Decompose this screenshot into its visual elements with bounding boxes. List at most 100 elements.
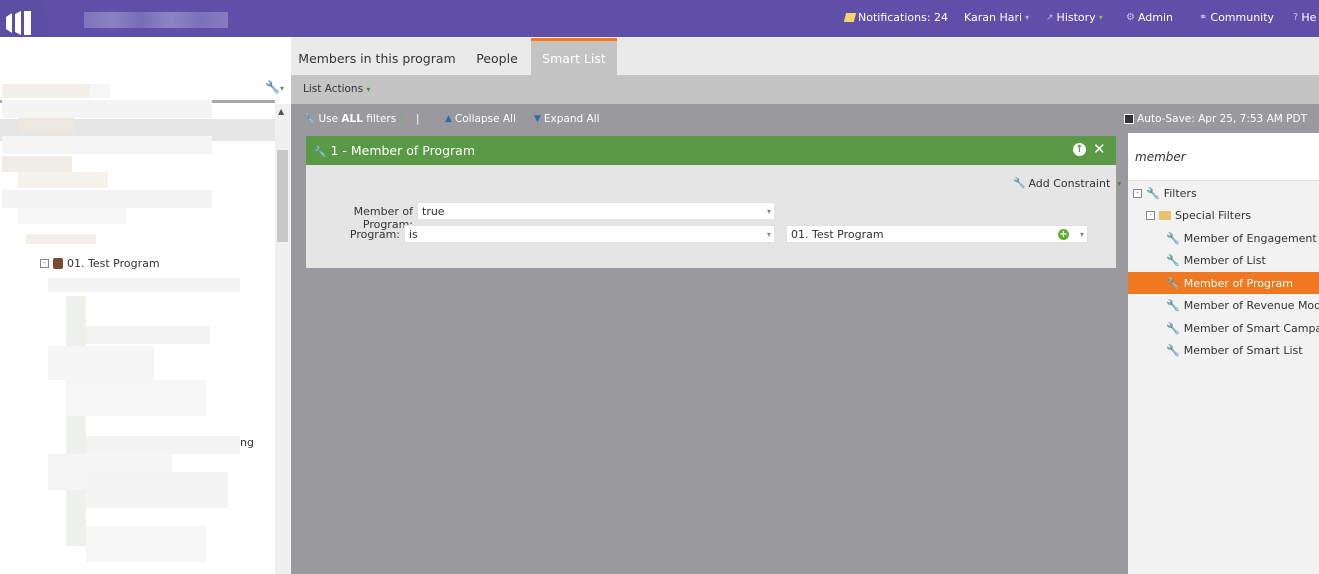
dropdown-arrow-icon: ▾ (766, 230, 771, 239)
collapse-all-label: Collapse All (454, 113, 516, 125)
special-filters-folder[interactable]: - Special Filters (1146, 204, 1251, 226)
collapse-icon[interactable]: - (40, 259, 49, 268)
special-filters-label: Special Filters (1175, 208, 1252, 222)
filter-item-label: Member of List (1183, 253, 1266, 267)
filter-title-text: 1 - Member of Program (330, 143, 475, 158)
use-suffix-text: filters (362, 113, 397, 125)
program-operator-value: is (409, 228, 418, 241)
collapse-arrow-icon: ▲ (445, 114, 452, 124)
filter-item-smart-list[interactable]: 🔧 Member of Smart List (1166, 339, 1303, 361)
collapse-icon[interactable]: - (1146, 210, 1155, 220)
blurred-tree-content: ng (0, 80, 275, 574)
filter-item-label: Member of Smart Campaign (1183, 321, 1319, 335)
filter-item-label: Member of Program (1183, 276, 1293, 290)
autosave-status: Auto-Save: Apr 25, 7:53 AM PDT (1124, 113, 1307, 125)
admin-label: Admin (1137, 11, 1174, 24)
toolbar-separator: | (416, 113, 420, 125)
filter-wrench-icon: 🔧 (1166, 321, 1180, 335)
dropdown-arrow-icon: ▾ (766, 207, 771, 216)
tree-item-label: 01. Test Program (67, 257, 160, 270)
program-label: Program: (349, 228, 400, 241)
filter-search-value: member (1135, 150, 1186, 164)
chevron-down-icon: ▾ (1025, 13, 1030, 22)
list-actions-label: List Actions (303, 83, 364, 95)
member-of-program-value: true (422, 205, 445, 218)
notifications-link[interactable]: Notifications: 24 (843, 11, 949, 24)
filters-label: Filters (1163, 186, 1197, 200)
help-icon: ? (1293, 12, 1299, 23)
filter-wrench-icon: 🔧 (1166, 343, 1180, 357)
use-all-filters-menu[interactable]: 🔧 Use ALL filters ▾ (303, 113, 403, 125)
use-prefix-text: Use (318, 113, 342, 125)
history-icon: ↗ (1046, 12, 1054, 23)
expand-arrow-icon: ▼ (534, 114, 541, 124)
add-constraint-label: Add Constraint (1028, 177, 1111, 190)
list-actions-bar (291, 75, 1319, 104)
filter-item-revenue-model[interactable]: 🔧 Member of Revenue Model (1166, 294, 1319, 316)
close-icon[interactable]: ✕ (1093, 140, 1106, 158)
scroll-up-arrow-icon[interactable]: ▲ (278, 107, 284, 116)
wrench-icon: 🔧 (303, 113, 316, 125)
chevron-down-icon: ▾ (366, 85, 371, 94)
tree-partial-text: ng (240, 436, 254, 449)
wrench-icon: 🔧 (1013, 178, 1026, 189)
filters-folder[interactable]: - 🔧 Filters (1133, 182, 1197, 204)
filter-wrench-icon: 🔧 (1166, 231, 1180, 245)
community-link[interactable]: ⚭ Community (1199, 11, 1274, 24)
filter-item-list[interactable]: 🔧 Member of List (1166, 249, 1266, 271)
filter-item-smart-campaign[interactable]: 🔧 Member of Smart Campaign (1166, 317, 1319, 339)
dropdown-arrow-icon: ▾ (1079, 230, 1084, 239)
chevron-down-icon: ▾ (399, 114, 404, 124)
notifications-label: Notifications: 24 (858, 11, 949, 24)
chevron-down-icon: ▾ (1117, 179, 1122, 188)
workspace-name-blurred (84, 12, 228, 28)
logo-mark-icon (6, 11, 31, 35)
collapse-icon[interactable]: - (1133, 188, 1142, 198)
use-filters-label: Use ALL filters (318, 113, 396, 125)
user-name: Karan Hari (964, 11, 1023, 24)
move-up-icon[interactable]: ↑ (1073, 143, 1086, 156)
collapse-all-button[interactable]: ▲ Collapse All (445, 113, 516, 125)
folder-icon (1159, 210, 1171, 220)
tab-members-in-program[interactable]: Members in this program (296, 38, 458, 75)
use-all-text: ALL (341, 113, 363, 125)
filter-wrench-icon: 🔧 (1166, 253, 1180, 267)
filter-item-label: Member of Smart List (1183, 343, 1303, 357)
add-constraint-button[interactable]: 🔧 Add Constraint ▾ (1013, 177, 1121, 190)
user-menu[interactable]: Karan Hari ▾ (964, 11, 1029, 24)
filter-item-label: Member of Engagement Pro (1183, 231, 1319, 245)
filter-title: 🔧 1 - Member of Program (314, 143, 475, 158)
filter-item-program-selected[interactable]: 🔧 Member of Program (1128, 272, 1319, 294)
history-menu[interactable]: ↗ History ▾ (1046, 11, 1103, 24)
program-value-text: 01. Test Program (791, 228, 884, 241)
program-icon (53, 258, 63, 269)
program-value-select[interactable]: 01. Test Program + ▾ (786, 225, 1088, 243)
program-operator-select[interactable]: is ▾ (404, 225, 775, 243)
expand-all-button[interactable]: ▼ Expand All (534, 113, 600, 125)
notification-icon (843, 13, 857, 22)
member-of-program-select[interactable]: true ▾ (417, 202, 775, 220)
filter-item-engagement[interactable]: 🔧 Member of Engagement Pro (1166, 227, 1319, 249)
expand-all-label: Expand All (543, 113, 600, 125)
help-label: He (1301, 11, 1317, 24)
save-disk-icon (1124, 114, 1135, 124)
filters-wrench-icon: 🔧 (1146, 186, 1160, 200)
list-actions-menu[interactable]: List Actions ▾ (303, 83, 370, 95)
tab-people[interactable]: People (464, 38, 530, 75)
add-value-icon[interactable]: + (1058, 229, 1069, 240)
tree-item-test-program[interactable]: - 01. Test Program (40, 257, 160, 270)
autosave-label: Auto-Save: Apr 25, 7:53 AM PDT (1137, 113, 1307, 125)
community-icon: ⚭ (1199, 12, 1208, 23)
tree-scrollbar-thumb[interactable] (277, 150, 288, 242)
help-link[interactable]: ? He (1293, 11, 1316, 24)
filter-item-label: Member of Revenue Model (1183, 298, 1319, 312)
filter-wrench-icon: 🔧 (1166, 298, 1180, 312)
admin-link[interactable]: ⚙ Admin (1126, 11, 1173, 24)
filter-wrench-icon: 🔧 (1166, 276, 1180, 290)
history-label: History (1056, 11, 1096, 24)
tab-smart-list[interactable]: Smart List (531, 38, 617, 75)
community-label: Community (1210, 11, 1275, 24)
gear-icon: ⚙ (1126, 12, 1135, 23)
chevron-down-icon: ▾ (1098, 13, 1103, 22)
filter-wrench-icon: 🔧 (314, 147, 327, 158)
